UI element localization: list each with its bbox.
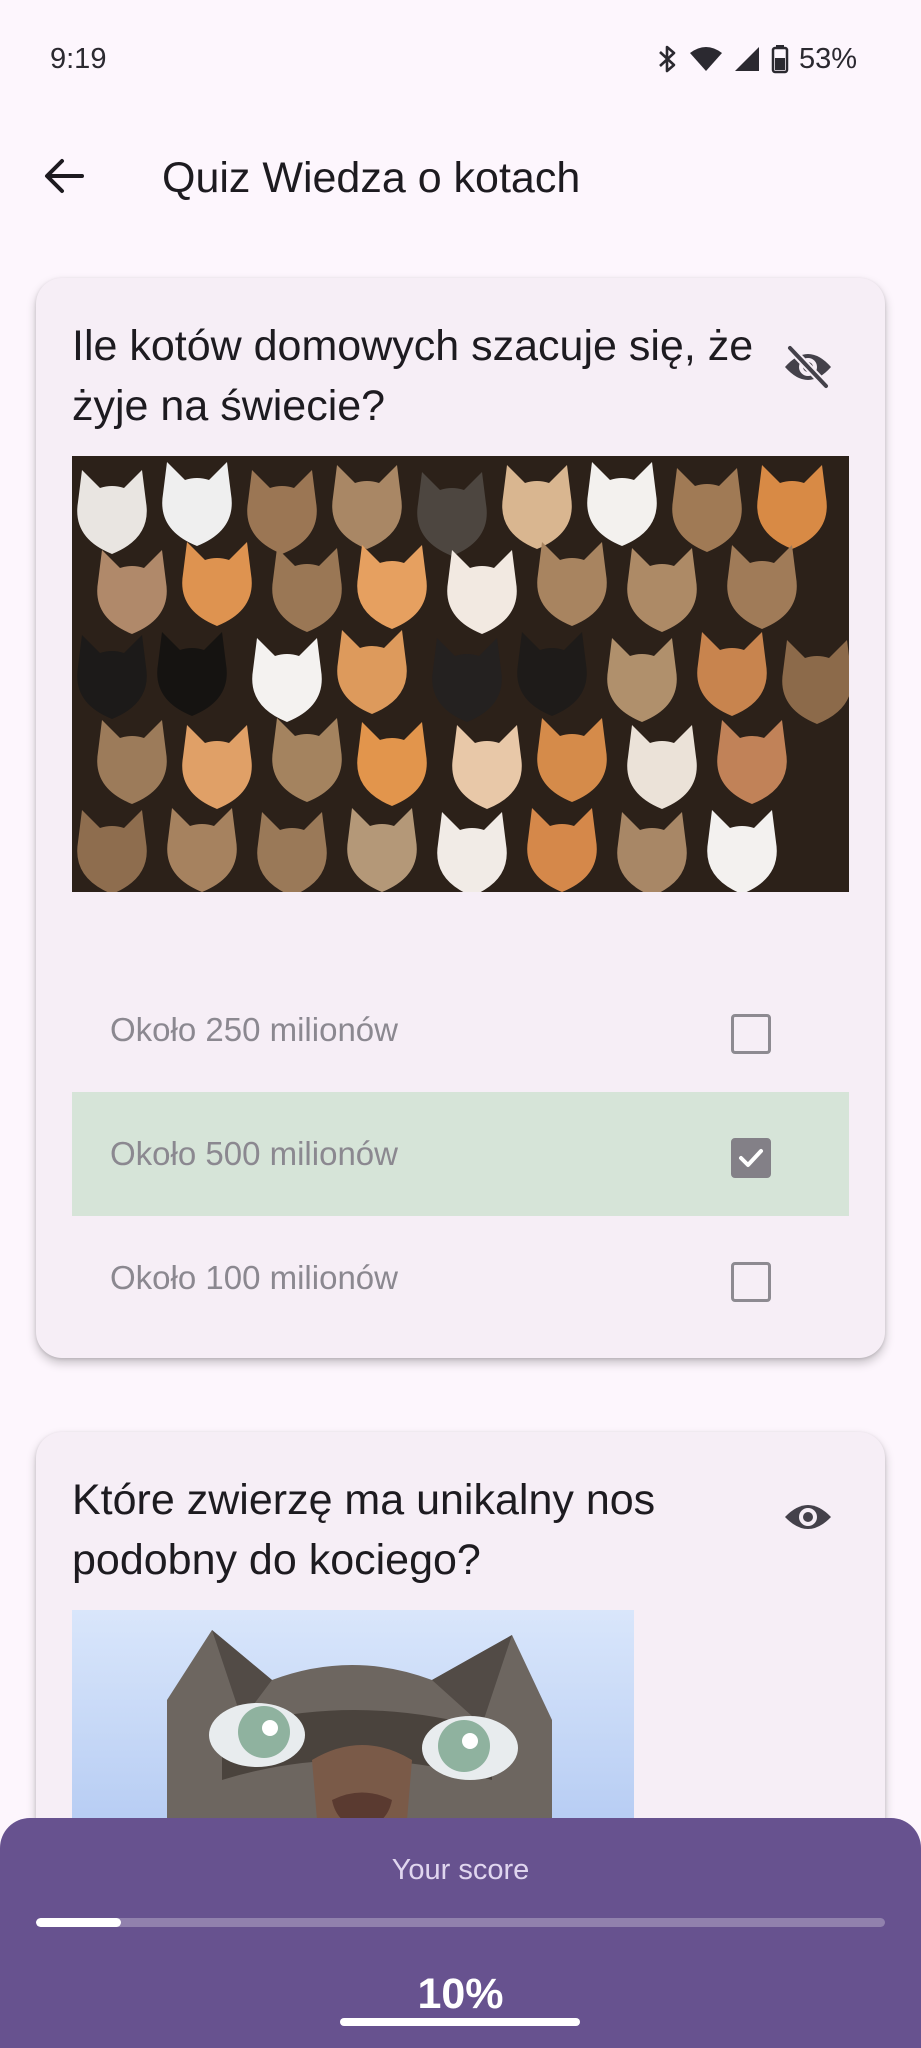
question-text: Które zwierzę ma unikalny nos podobny do…	[72, 1476, 656, 1584]
status-time: 9:19	[50, 42, 107, 75]
answer-option[interactable]: Około 100 milionów	[72, 1216, 849, 1340]
back-button[interactable]	[24, 138, 104, 218]
answer-option-selected[interactable]: Około 500 milionów	[72, 1092, 849, 1216]
question-header: Które zwierzę ma unikalny nos podobny do…	[36, 1432, 885, 1590]
answer-option[interactable]: Około 250 milionów	[72, 968, 849, 1092]
cats-collage	[72, 456, 849, 892]
hide-answer-button[interactable]	[773, 334, 843, 404]
score-value: 10%	[417, 1970, 504, 2018]
page-title: Quiz Wiedza o kotach	[162, 153, 581, 202]
answer-option-label: Około 250 milionów	[110, 1011, 398, 1048]
answer-options: Około 250 milionów Około 500 milionów Ok…	[72, 968, 849, 1340]
answer-checkbox[interactable]	[731, 1262, 771, 1302]
arrow-back-icon	[44, 158, 84, 199]
wifi-icon	[689, 45, 723, 73]
question-card: Ile kotów domowych szacuje się, że żyje …	[36, 278, 885, 1358]
check-icon	[739, 1149, 763, 1167]
battery-percent: 53%	[798, 42, 857, 75]
score-label: Your score	[391, 1854, 530, 1886]
status-icons: 53%	[657, 43, 857, 76]
status-bar: 9:19 53%	[0, 0, 921, 118]
cellular-signal-icon	[733, 45, 761, 73]
battery-icon	[771, 44, 789, 74]
show-answer-button[interactable]	[773, 1484, 843, 1554]
answer-checkbox[interactable]	[731, 1014, 771, 1054]
question-image	[72, 456, 849, 892]
home-indicator[interactable]	[340, 2018, 580, 2026]
question-header: Ile kotów domowych szacuje się, że żyje …	[36, 278, 885, 436]
score-progress-bar	[36, 1918, 885, 1927]
screen: 9:19 53% Quiz Wiedza o kotach Ile kotów …	[0, 0, 921, 2048]
question-text: Ile kotów domowych szacuje się, że żyje …	[72, 322, 754, 430]
bluetooth-icon	[657, 44, 679, 74]
eye-icon	[782, 1497, 834, 1542]
answer-option-label: Około 100 milionów	[110, 1259, 398, 1296]
answer-option-label: Około 500 milionów	[110, 1135, 398, 1172]
eye-off-icon	[782, 344, 834, 394]
answer-checkbox-checked[interactable]	[731, 1138, 771, 1178]
score-progress-fill	[36, 1918, 121, 1927]
score-panel: Your score 10%	[0, 1818, 921, 2048]
app-bar: Quiz Wiedza o kotach	[0, 118, 921, 238]
